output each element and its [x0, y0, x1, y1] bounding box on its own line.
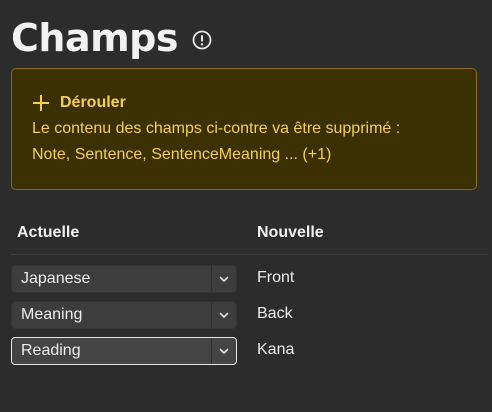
warning-box: Dérouler Le contenu des champs ci-contre…: [11, 68, 477, 190]
new-field-name: Kana: [257, 341, 295, 358]
current-field-select[interactable]: Meaning: [11, 301, 237, 329]
chevron-down-icon[interactable]: [212, 338, 236, 364]
expand-toggle[interactable]: Dérouler: [32, 91, 476, 115]
plus-icon: [32, 94, 50, 112]
field-mapping-row: Reading Kana: [11, 337, 481, 365]
field-mapping-row: Japanese Front: [11, 265, 481, 293]
info-circle-icon[interactable]: [191, 29, 213, 51]
warning-line-1: Le contenu des champs ci-contre va être …: [32, 120, 401, 137]
new-field-name: Back: [257, 305, 293, 322]
field-mapping-row: Meaning Back: [11, 301, 481, 329]
warning-line-2: Note, Sentence, SentenceMeaning ... (+1): [32, 146, 332, 163]
column-header-current: Actuelle: [17, 224, 80, 241]
page-title: Champs: [11, 16, 179, 60]
current-field-select[interactable]: Japanese: [11, 265, 237, 293]
warning-text: Le contenu des champs ci-contre va être …: [32, 116, 476, 168]
current-field-select[interactable]: Reading: [11, 337, 237, 365]
header-divider: [11, 254, 489, 255]
column-header-new: Nouvelle: [257, 224, 324, 241]
expand-label: Dérouler: [60, 94, 126, 111]
select-value: Japanese: [21, 270, 91, 287]
select-value: Meaning: [21, 306, 83, 323]
select-value: Reading: [21, 342, 81, 359]
chevron-down-icon[interactable]: [212, 266, 236, 292]
title-row: Champs: [11, 14, 213, 62]
chevron-down-icon[interactable]: [212, 302, 236, 328]
new-field-name: Front: [257, 269, 295, 286]
